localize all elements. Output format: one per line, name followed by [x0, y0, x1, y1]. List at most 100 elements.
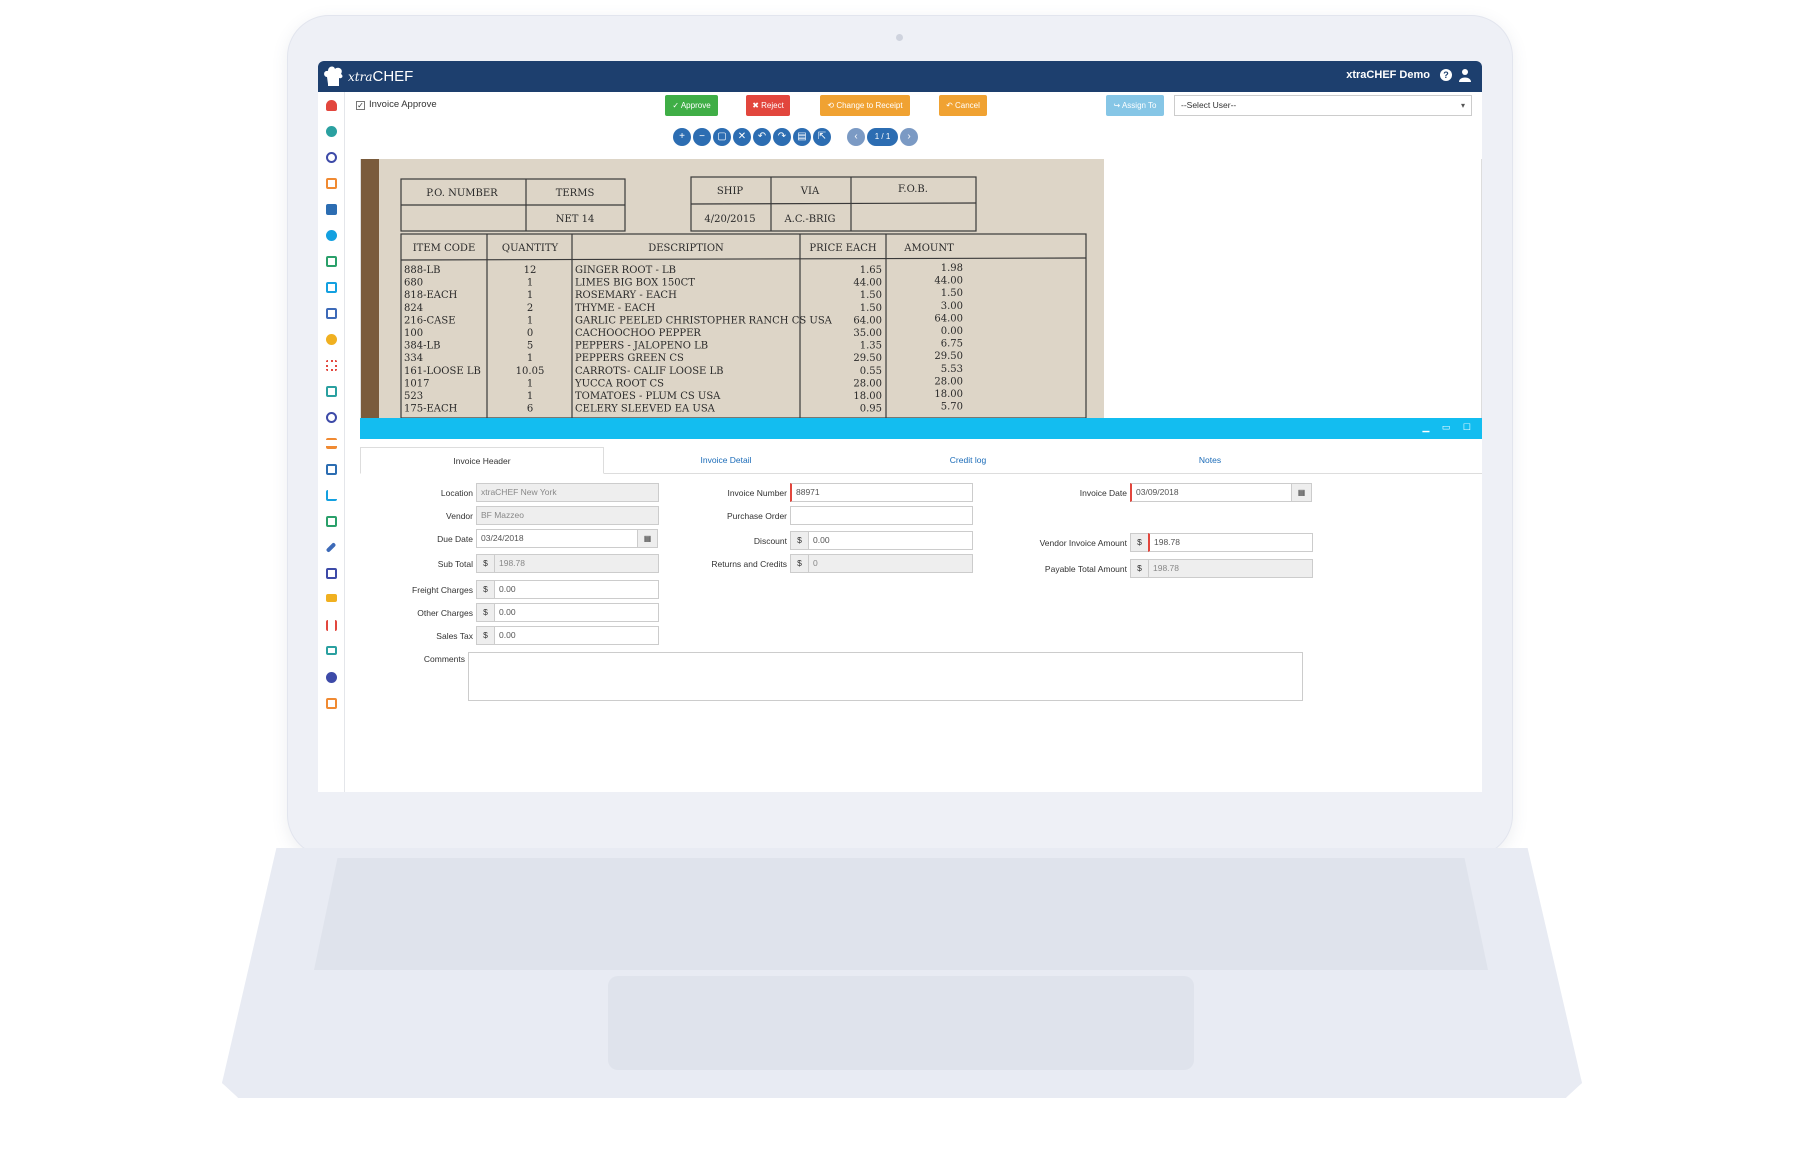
location-field[interactable]: xtraCHEF New York — [476, 483, 659, 502]
settings-icon[interactable] — [326, 230, 337, 241]
reject-button[interactable]: ✖ Reject — [746, 95, 790, 116]
vendor-field[interactable]: BF Mazzeo — [476, 506, 659, 525]
previous-page-icon[interactable]: ‹ — [847, 128, 865, 146]
invoice-date-label: Invoice Date — [1079, 488, 1127, 498]
header-value: A.C.-BRIG — [783, 214, 835, 225]
item-description: YUCCA ROOT CS — [574, 378, 664, 389]
approve-button[interactable]: ✓ Approve — [665, 95, 718, 116]
header-label: F.O.B. — [898, 184, 928, 195]
monitor-icon[interactable] — [326, 646, 337, 655]
freight-charges-label: Freight Charges — [412, 585, 473, 595]
item-code: 175-EACH — [404, 404, 458, 415]
zoom-in-icon[interactable]: + — [673, 128, 691, 146]
item-amount: 3.00 — [941, 301, 963, 312]
checklist-icon[interactable] — [326, 386, 337, 397]
discount-field[interactable]: 0.00 — [808, 531, 973, 550]
other-charges-label: Other Charges — [417, 608, 473, 618]
item-description: PEPPERS - JALOPENO LB — [575, 341, 708, 352]
table-icon[interactable] — [326, 282, 337, 293]
currency-addon: $ — [476, 603, 495, 622]
item-description: TOMATOES - PLUM CS USA — [575, 391, 721, 402]
document-icon[interactable] — [326, 178, 337, 189]
payable-total-field[interactable]: 198.78 — [1148, 559, 1313, 578]
rotate-right-icon[interactable]: ↷ — [773, 128, 791, 146]
tab-credit-log[interactable]: Credit log — [848, 447, 1088, 474]
user-icon[interactable] — [326, 126, 337, 137]
assign-to-button[interactable]: ↪ Assign To — [1106, 95, 1164, 116]
document-viewer[interactable]: P.O. NUMBER TERMS SHIP VIA F.O.B. NET 14 4/20/… — [360, 159, 1482, 418]
tab-notes[interactable]: Notes — [1088, 447, 1332, 474]
restaurant-icon[interactable] — [326, 620, 337, 631]
invoice-number-field[interactable]: 88971 — [790, 483, 973, 502]
currency-addon: $ — [790, 531, 809, 550]
freight-charges-field[interactable]: 0.00 — [494, 580, 659, 599]
wrench-icon[interactable] — [325, 542, 337, 553]
item-code: 523 — [404, 391, 423, 402]
currency-addon: $ — [790, 554, 809, 573]
download-icon[interactable]: ▤ — [793, 128, 811, 146]
item-price: 28.00 — [853, 378, 882, 389]
coin-icon[interactable] — [326, 334, 337, 345]
purchase-order-field[interactable] — [790, 506, 973, 525]
map-icon[interactable] — [326, 308, 337, 319]
tab-invoice-header[interactable]: Invoice Header — [360, 447, 604, 474]
item-code: 100 — [404, 328, 423, 339]
rotate-left-icon[interactable]: ↶ — [753, 128, 771, 146]
header-label: TERMS — [556, 188, 595, 199]
header-label: P.O. NUMBER — [426, 188, 498, 199]
tab-invoice-detail[interactable]: Invoice Detail — [604, 447, 848, 474]
report-icon[interactable] — [326, 464, 337, 475]
card-icon[interactable] — [326, 594, 337, 602]
calendar-icon[interactable]: ▦ — [637, 529, 658, 548]
column-header: PRICE EACH — [809, 243, 877, 254]
column-header: ITEM CODE — [413, 243, 476, 254]
other-charges-field[interactable]: 0.00 — [494, 603, 659, 622]
vendor-invoice-amount-field[interactable]: 198.78 — [1148, 533, 1313, 552]
select-user-value: --Select User-- — [1181, 100, 1237, 110]
sales-tax-field[interactable]: 0.00 — [494, 626, 659, 645]
app-logo[interactable]: xtraCHEF — [348, 68, 413, 85]
item-description: GARLIC PEELED CHRISTOPHER RANCH CS USA — [575, 315, 833, 326]
invoice-icon[interactable] — [326, 568, 337, 579]
returns-credits-field[interactable]: 0 — [808, 554, 973, 573]
column-header: DESCRIPTION — [648, 243, 724, 254]
money-icon[interactable] — [326, 256, 337, 267]
scale-icon[interactable] — [326, 438, 337, 449]
zoom-out-icon[interactable]: − — [693, 128, 711, 146]
calendar-icon[interactable]: ▦ — [1291, 483, 1312, 502]
file-icon[interactable] — [326, 698, 337, 709]
item-amount: 5.53 — [941, 364, 963, 375]
comments-textarea[interactable] — [468, 652, 1303, 701]
trackpad — [608, 976, 1194, 1070]
item-code: 384-LB — [404, 341, 440, 352]
due-date-field[interactable]: 03/24/2018 — [476, 529, 638, 548]
invoice-date-field[interactable]: 03/09/2018 — [1130, 483, 1293, 502]
webcam — [896, 34, 903, 41]
fit-width-icon[interactable]: ✕ — [733, 128, 751, 146]
compass-icon[interactable] — [326, 152, 337, 163]
page-indicator: 1 / 1 — [867, 128, 898, 146]
invoice-approve-checkbox[interactable]: ✓ Invoice Approve — [356, 99, 437, 110]
upload-icon[interactable] — [326, 204, 337, 215]
calculator-icon[interactable] — [326, 516, 337, 527]
dashboard-icon[interactable] — [326, 100, 337, 111]
cancel-button[interactable]: ↶ Cancel — [939, 95, 987, 116]
window-controls-icon[interactable]: ▁ ▭ ☐ — [1423, 422, 1477, 433]
grid-icon[interactable] — [326, 360, 337, 371]
chart-icon[interactable] — [326, 490, 337, 501]
vendor-invoice-amount-label: Vendor Invoice Amount — [1039, 538, 1127, 548]
user-profile-icon[interactable] — [1459, 68, 1471, 82]
checkbox-icon[interactable]: ✓ — [356, 101, 365, 110]
user-name[interactable]: xtraCHEF Demo — [1346, 69, 1430, 81]
fit-page-icon[interactable]: ▢ — [713, 128, 731, 146]
select-user-dropdown[interactable]: --Select User-- ▾ — [1174, 95, 1472, 116]
header-value: NET 14 — [556, 214, 595, 225]
help-icon[interactable]: ? — [1440, 69, 1452, 81]
open-external-icon[interactable]: ⇱ — [813, 128, 831, 146]
sub-total-field[interactable]: 198.78 — [494, 554, 659, 573]
pie-icon[interactable] — [326, 672, 337, 683]
search-icon[interactable] — [326, 412, 337, 423]
change-to-receipt-button[interactable]: ⟲ Change to Receipt — [820, 95, 910, 116]
invoice-tabs: Invoice Header Invoice Detail Credit log… — [360, 447, 1482, 474]
next-page-icon[interactable]: › — [900, 128, 918, 146]
